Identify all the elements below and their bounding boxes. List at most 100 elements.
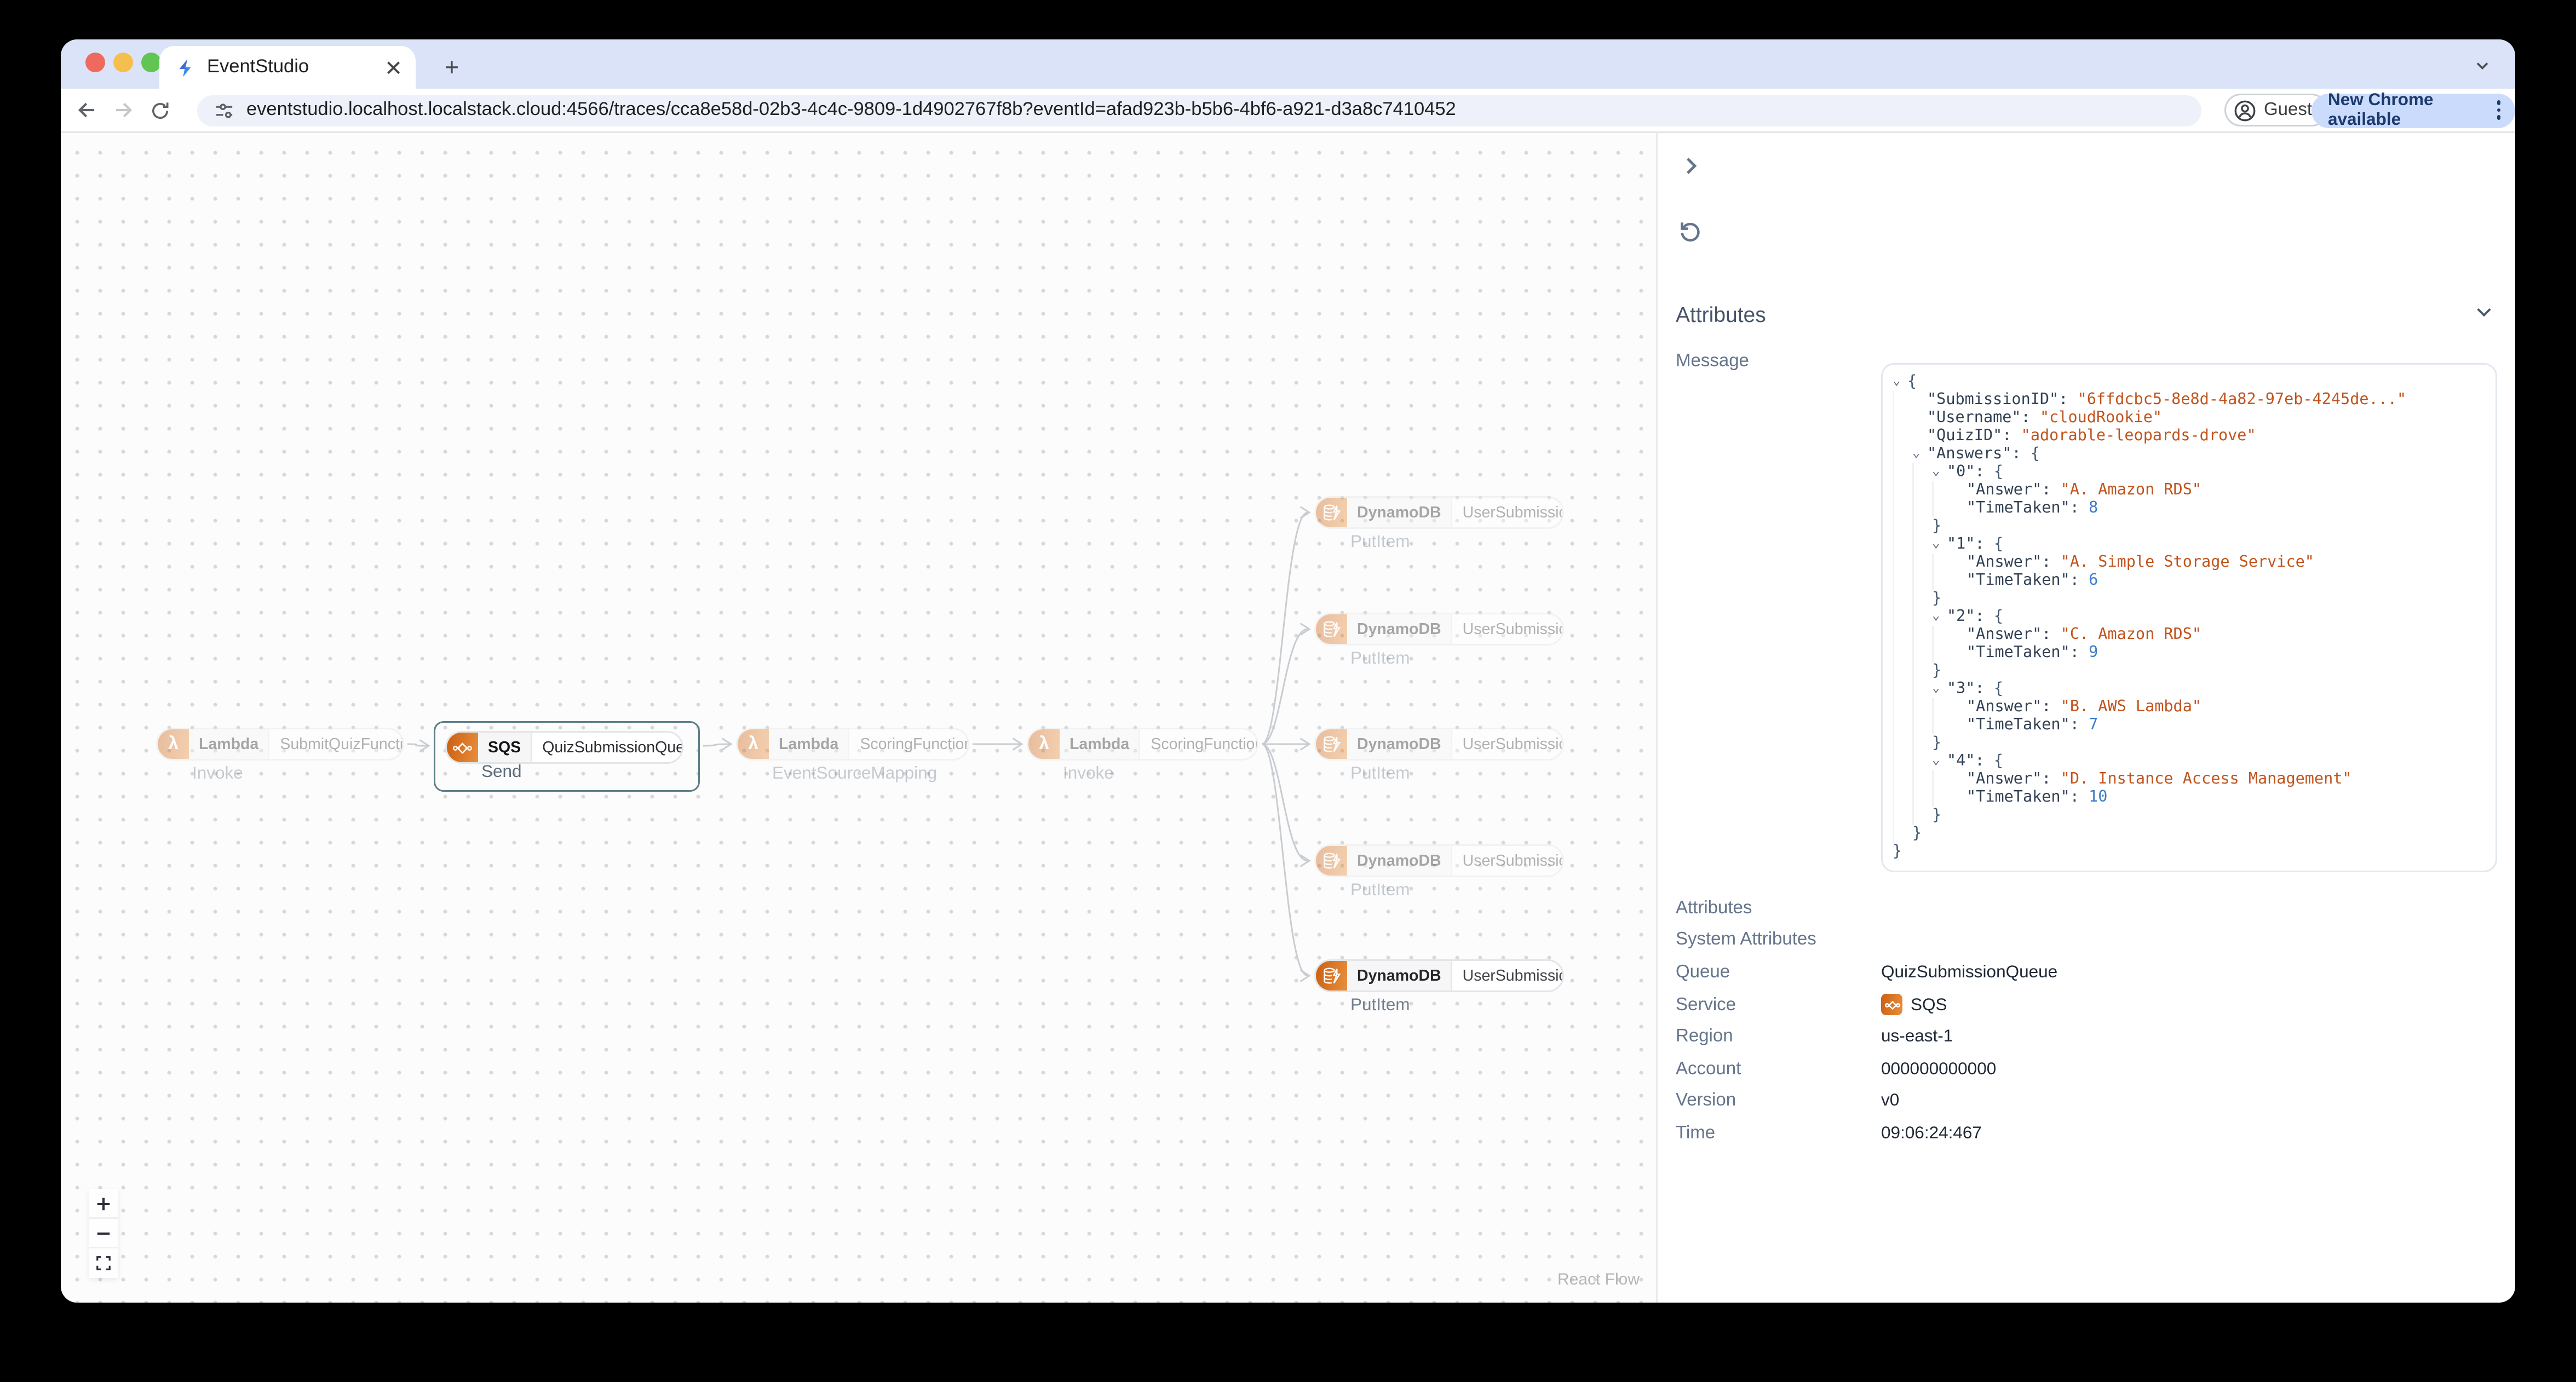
node-resource-label: SubmitQuizFunction <box>280 735 404 753</box>
tab-strip: EventStudio ✕ + <box>61 39 2515 89</box>
node-resource-label: ScoringFunction <box>860 735 969 753</box>
message-label: Message <box>1676 352 1749 371</box>
reload-icon[interactable] <box>141 92 177 128</box>
attribute-value: SQS <box>1881 994 1947 1016</box>
flow-node[interactable]: DynamoDB UserSubmissions PutItem <box>1314 496 1564 552</box>
flow-node[interactable]: DynamoDB UserSubmissions PutItem <box>1314 728 1564 784</box>
node-action-label: PutItem <box>1350 764 1410 784</box>
node-service-label: Lambda <box>769 729 850 759</box>
sqs-icon <box>1881 994 1902 1016</box>
json-line: "Answer": "B. AWS Lambda" <box>1893 698 2486 716</box>
flow-canvas[interactable]: λLambdaSubmitQuizFunctionInvoke SQSQuizSu… <box>61 133 1656 1303</box>
flow-node-pill[interactable]: DynamoDB UserSubmissions <box>1314 496 1564 529</box>
dynamodb-icon <box>1316 961 1347 991</box>
json-collapse-caret[interactable]: ⌄ <box>1932 535 1947 554</box>
flow-node[interactable]: DynamoDB UserSubmissions PutItem <box>1314 613 1564 669</box>
chevron-down-icon[interactable] <box>2474 302 2494 327</box>
dynamodb-icon <box>1316 614 1347 644</box>
json-line: ⌄ "4": { <box>1893 752 2486 770</box>
attribute-label: Region <box>1676 1027 1733 1047</box>
attribute-value: us-east-1 <box>1881 1027 1953 1047</box>
json-line: "Username": "cloudRookie" <box>1893 409 2486 427</box>
flow-node[interactable]: DynamoDB UserSubmissions PutItem <box>1314 844 1564 900</box>
message-json-viewer[interactable]: ⌄{"SubmissionID": "6ffdcbc5-8e8d-4a82-97… <box>1881 363 2497 872</box>
node-resource-label: UserSubmissions <box>1462 735 1562 753</box>
dynamodb-icon <box>1316 846 1347 876</box>
chrome-update-button[interactable]: New Chrome available <box>2312 90 2515 130</box>
json-line: } <box>1893 662 2486 680</box>
flow-node-pill[interactable]: DynamoDB UserSubmissions <box>1314 613 1564 646</box>
node-service-label: SQS <box>478 733 533 762</box>
attribute-row: Time 09:06:24:467 <box>1676 1117 2494 1149</box>
json-line: "Answer": "A. Simple Storage Service" <box>1893 554 2486 572</box>
flow-node[interactable]: λ Lambda ScoringFunction Invoke <box>1027 728 1258 784</box>
fit-view-button[interactable] <box>89 1248 118 1278</box>
json-collapse-caret[interactable]: ⌄ <box>1893 373 1907 391</box>
node-resource-label: ScoringFunction <box>1151 735 1258 753</box>
flow-node-pill[interactable]: λ Lambda ScoringFunction <box>1027 728 1258 761</box>
tab-search-chevron-icon[interactable] <box>2473 54 2492 84</box>
url-bar[interactable]: eventstudio.localhost.localstack.cloud:4… <box>197 94 2201 126</box>
flow-node-pill[interactable]: SQS QuizSubmissionQueue <box>445 731 683 764</box>
json-collapse-caret[interactable]: ⌄ <box>1932 608 1947 626</box>
attribute-value: v0 <box>1881 1091 1900 1112</box>
tab-close-icon[interactable]: ✕ <box>381 57 406 78</box>
reactflow-attribution[interactable]: React Flow <box>1557 1271 1640 1289</box>
json-line: } <box>1893 807 2486 825</box>
json-line: ⌄ "Answers": { <box>1893 445 2486 463</box>
back-icon[interactable] <box>69 92 105 128</box>
flow-node-pill[interactable]: λLambda SubmitQuizFunction <box>156 728 404 761</box>
zoom-in-button[interactable] <box>89 1189 118 1219</box>
attribute-label: Queue <box>1676 962 1730 982</box>
forward-icon[interactable] <box>105 92 141 128</box>
json-collapse-caret[interactable]: ⌄ <box>1932 752 1947 770</box>
json-line: "Answer": "A. Amazon RDS" <box>1893 481 2486 499</box>
node-action-label: Send <box>481 762 522 782</box>
node-resource-label: UserSubmissions <box>1462 620 1562 638</box>
flow-node-pill[interactable]: DynamoDB UserSubmissions <box>1314 844 1564 877</box>
browser-menu-icon[interactable] <box>2493 97 2504 123</box>
new-tab-button[interactable]: + <box>435 51 468 84</box>
flow-node-pill[interactable]: λ Lambda ScoringFunction <box>736 728 969 761</box>
refresh-icon[interactable] <box>1677 218 1702 251</box>
zoom-out-button[interactable] <box>89 1219 118 1248</box>
browser-window: EventStudio ✕ + eventstudio.localhost.lo… <box>61 39 2515 1303</box>
node-action-label: PutItem <box>1350 995 1410 1015</box>
json-line: "Answer": "C. Amazon RDS" <box>1893 626 2486 644</box>
json-line: } <box>1893 843 1902 861</box>
minimize-window-button[interactable] <box>113 53 133 72</box>
attributes-section-header[interactable]: Attributes <box>1676 302 2494 327</box>
flow-node[interactable]: λLambda SubmitQuizFunction Invoke <box>156 728 404 784</box>
attribute-rows: Attributes System Attributes Queue QuizSubm… <box>1676 892 2494 1149</box>
node-service-label: DynamoDB <box>1347 729 1453 759</box>
json-line: ⌄ "2": { <box>1893 608 2486 626</box>
flow-node[interactable]: λ Lambda ScoringFunction EventSourceMapping <box>736 728 969 784</box>
json-collapse-caret[interactable]: ⌄ <box>1932 680 1947 698</box>
flow-node-pill[interactable]: DynamoDB UserSubmissions <box>1314 728 1564 761</box>
lambda-icon: λ <box>1028 729 1060 759</box>
json-line: "TimeTaken": 9 <box>1893 644 2486 662</box>
json-collapse-caret[interactable]: ⌄ <box>1912 445 1927 463</box>
node-action-label: PutItem <box>1350 649 1410 669</box>
node-resource-label: UserSubmissions <box>1462 503 1562 522</box>
details-panel: Attributes Message ⌄{"SubmissionID": "6f… <box>1656 133 2515 1303</box>
attribute-value: 09:06:24:467 <box>1881 1123 1982 1143</box>
attribute-label: Attributes <box>1676 898 1752 918</box>
flow-node-pill[interactable]: DynamoDB UserSubmissions <box>1314 959 1564 992</box>
attribute-label: Time <box>1676 1123 1716 1143</box>
collapse-panel-chevron-icon[interactable] <box>1679 154 1702 186</box>
attribute-label: Account <box>1676 1059 1741 1079</box>
json-line: "SubmissionID": "6ffdcbc5-8e8d-4a82-97eb… <box>1893 391 2486 409</box>
maximize-window-button[interactable] <box>141 53 161 72</box>
flow-node-selected[interactable]: SQS QuizSubmissionQueue Send <box>434 721 700 792</box>
json-line: } <box>1893 825 2486 843</box>
close-window-button[interactable] <box>85 53 105 72</box>
url-text: eventstudio.localhost.localstack.cloud:4… <box>246 100 1456 120</box>
flow-node[interactable]: DynamoDB UserSubmissions PutItem <box>1314 959 1564 1015</box>
json-line: "TimeTaken": 7 <box>1893 716 2486 734</box>
site-settings-icon[interactable] <box>214 100 235 121</box>
browser-tab[interactable]: EventStudio ✕ <box>159 46 416 89</box>
attribute-row: Service SQS <box>1676 988 2494 1021</box>
json-line: ⌄{ <box>1893 373 1917 391</box>
json-collapse-caret[interactable]: ⌄ <box>1932 463 1947 481</box>
